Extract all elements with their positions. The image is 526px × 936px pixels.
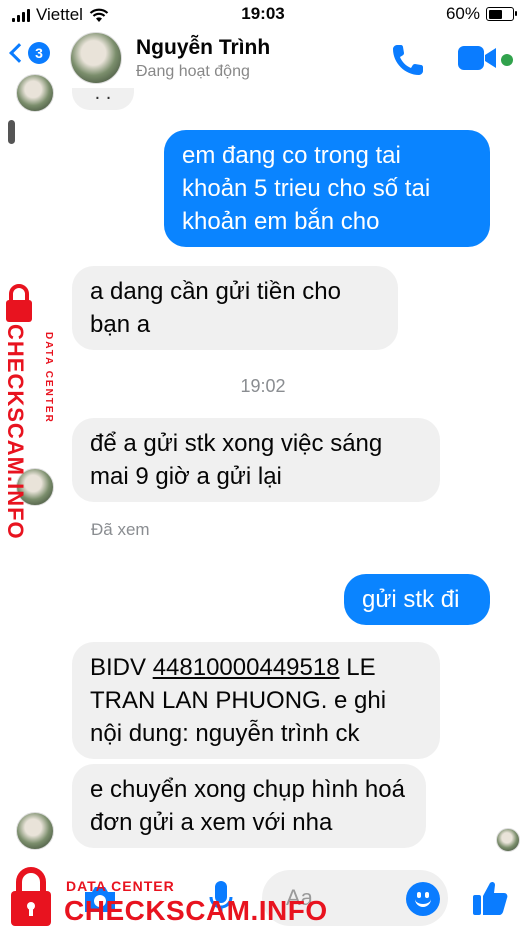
scrollbar[interactable]: [8, 120, 15, 144]
thumbs-up-icon[interactable]: [470, 878, 510, 918]
status-right: 60%: [445, 4, 517, 24]
message-timestamp: 19:02: [240, 376, 286, 396]
chat-header: 3 Nguyễn Trình Đang hoạt động: [0, 28, 526, 90]
read-receipt-avatar: [496, 828, 520, 852]
message-outgoing[interactable]: em đang co trong tai khoản 5 trieu cho s…: [164, 130, 490, 247]
message-outgoing[interactable]: gửi stk đi: [344, 574, 490, 625]
contact-status: Đang hoạt động: [136, 63, 250, 80]
battery-percent: 60%: [445, 4, 480, 23]
bank-name: BIDV: [90, 654, 153, 681]
emoji-icon[interactable]: [406, 882, 440, 916]
watermark-bottom-text: CHECKSCAM.INFO: [64, 895, 328, 926]
account-number-link[interactable]: 44810000449518: [153, 654, 340, 681]
watermark-side-text: CHECKSCAM.INFO: [3, 324, 28, 540]
unread-badge: 3: [28, 42, 50, 64]
seen-label: Đã xem: [91, 520, 150, 539]
lock-icon: [6, 284, 32, 322]
message-incoming-bank[interactable]: BIDV 44810000449518 LE TRAN LAN PHUONG. …: [72, 642, 440, 759]
message-incoming[interactable]: để a gửi stk xong việc sáng mai 9 giờ a …: [72, 418, 440, 502]
previous-message-tail: . .: [72, 83, 134, 110]
back-chevron-icon: [9, 43, 29, 63]
battery-icon: [486, 7, 517, 21]
contact-name[interactable]: Nguyễn Trình: [136, 36, 270, 60]
contact-avatar-small: [16, 812, 54, 850]
watermark-bottom-subtext: DATA CENTER: [66, 878, 175, 894]
contact-avatar-small: [16, 74, 54, 112]
status-bar: Viettel 19:03 60%: [0, 0, 526, 28]
online-indicator: [501, 54, 513, 66]
back-button[interactable]: 3: [9, 42, 50, 64]
watermark-side-subtext: DATA CENTER: [43, 332, 54, 424]
lock-icon: [11, 867, 51, 926]
message-incoming[interactable]: e chuyển xong chụp hình hoá đơn gửi a xe…: [72, 764, 426, 848]
watermark-side: CHECKSCAM.INFO DATA CENTER: [2, 284, 60, 540]
video-camera-icon[interactable]: [456, 43, 498, 73]
phone-icon[interactable]: [388, 40, 428, 80]
message-incoming[interactable]: a dang cần gửi tiền cho bạn a: [72, 266, 398, 350]
contact-avatar[interactable]: [70, 32, 122, 84]
